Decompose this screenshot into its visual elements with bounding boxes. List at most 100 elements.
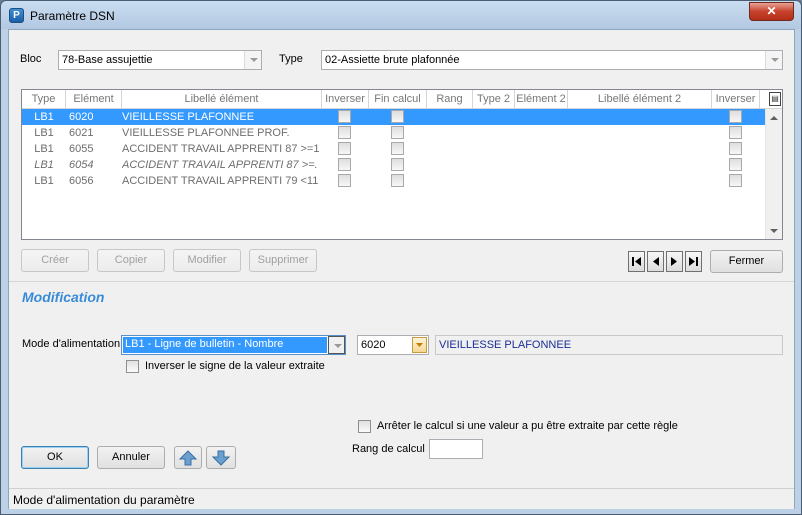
cell-libelle: VIEILLESSE PLAFONNEE PROF. xyxy=(122,127,290,139)
cell-inverser2-checkbox[interactable] xyxy=(729,158,742,171)
arreter-checkbox[interactable] xyxy=(358,420,371,433)
cell-element: 6020 xyxy=(69,111,94,123)
table-row[interactable]: LB1 6054 ACCIDENT TRAVAIL APPRENTI 87 >=. xyxy=(22,157,766,173)
table-row[interactable]: LB1 6055 ACCIDENT TRAVAIL APPRENTI 87 >=1 xyxy=(22,141,766,157)
section-divider xyxy=(9,281,794,282)
status-bar: Mode d'alimentation du paramètre xyxy=(9,488,794,509)
cell-fin-calcul-checkbox[interactable] xyxy=(391,174,404,187)
fermer-button[interactable]: Fermer xyxy=(710,250,783,273)
close-button[interactable]: ✕ xyxy=(749,2,794,21)
table-row[interactable]: LB1 6020 VIEILLESSE PLAFONNEE xyxy=(22,109,766,125)
move-down-button[interactable] xyxy=(206,446,236,469)
title-bar: P Paramètre DSN ✕ xyxy=(1,1,801,29)
client-area: Bloc 78-Base assujettie Type 02-Assiette… xyxy=(8,29,795,509)
next-record-button[interactable] xyxy=(666,251,683,272)
cell-fin-calcul-checkbox[interactable] xyxy=(391,110,404,123)
scroll-down-icon[interactable] xyxy=(770,229,778,233)
prev-record-button[interactable] xyxy=(647,251,664,272)
cell-inverser2-checkbox[interactable] xyxy=(729,174,742,187)
mode-value: LB1 - Ligne de bulletin - Nombre xyxy=(125,338,284,350)
creer-button[interactable]: Créer xyxy=(21,249,89,272)
cell-type: LB1 xyxy=(34,143,54,155)
inverser-label: Inverser le signe de la valeur extraite xyxy=(145,360,325,372)
app-icon: P xyxy=(9,8,24,23)
grid-scrollbar[interactable] xyxy=(765,109,782,239)
table-row[interactable]: LB1 6021 VIEILLESSE PLAFONNEE PROF. xyxy=(22,125,766,141)
cell-inverser-checkbox[interactable] xyxy=(338,142,351,155)
cell-element: 6055 xyxy=(69,143,94,155)
cell-libelle: VIEILLESSE PLAFONNEE xyxy=(122,111,255,123)
cell-inverser-checkbox[interactable] xyxy=(338,174,351,187)
scroll-up-icon[interactable] xyxy=(770,116,778,120)
cell-inverser2-checkbox[interactable] xyxy=(729,110,742,123)
cell-type: LB1 xyxy=(34,127,54,139)
copier-button[interactable]: Copier xyxy=(97,249,165,272)
col-header-fin-calcul[interactable]: Fin calcul xyxy=(369,90,427,109)
dialog-window: P Paramètre DSN ✕ Bloc 78-Base assujetti… xyxy=(0,0,802,515)
inverser-checkbox[interactable] xyxy=(126,360,139,373)
col-header-type[interactable]: Type xyxy=(22,90,66,109)
col-header-inverser[interactable]: Inverser xyxy=(322,90,369,109)
window-title: Paramètre DSN xyxy=(30,9,115,23)
chevron-down-icon[interactable] xyxy=(244,51,261,69)
cell-element: 6056 xyxy=(69,175,94,187)
table-row[interactable]: LB1 6056 ACCIDENT TRAVAIL APPRENTI 79 <11 xyxy=(22,173,766,189)
status-text: Mode d'alimentation du paramètre xyxy=(13,493,195,507)
first-record-button[interactable] xyxy=(628,251,645,272)
bloc-value: 78-Base assujettie xyxy=(62,54,153,66)
first-icon xyxy=(632,257,641,266)
elements-grid[interactable]: Type Elément Libellé élément Inverser Fi… xyxy=(21,89,783,240)
chevron-down-icon[interactable] xyxy=(765,51,782,69)
cell-element: 6021 xyxy=(69,127,94,139)
cell-libelle: ACCIDENT TRAVAIL APPRENTI 87 >=1 xyxy=(122,143,320,155)
type-select[interactable]: 02-Assiette brute plafonnée xyxy=(321,50,783,70)
cell-inverser-checkbox[interactable] xyxy=(338,126,351,139)
chevron-down-icon xyxy=(416,343,423,347)
col-header-options[interactable]: ▤ xyxy=(760,90,782,109)
prev-icon xyxy=(653,257,659,266)
cell-type: LB1 xyxy=(34,175,54,187)
move-up-button[interactable] xyxy=(174,446,202,469)
bloc-label: Bloc xyxy=(20,53,42,65)
col-header-libelle2[interactable]: Libellé élément 2 xyxy=(568,90,712,109)
rang-input[interactable] xyxy=(429,439,483,459)
element-code-input[interactable]: 6020 xyxy=(357,335,429,355)
cell-libelle: ACCIDENT TRAVAIL APPRENTI 87 >=. xyxy=(122,159,318,171)
cell-libelle: ACCIDENT TRAVAIL APPRENTI 79 <11 xyxy=(122,175,319,187)
cell-inverser-checkbox[interactable] xyxy=(338,158,351,171)
mode-select[interactable]: LB1 - Ligne de bulletin - Nombre xyxy=(121,335,346,355)
arreter-label: Arrêter le calcul si une valeur a pu êtr… xyxy=(377,420,678,432)
modifier-button[interactable]: Modifier xyxy=(173,249,241,272)
last-icon xyxy=(689,257,698,266)
type-label: Type xyxy=(279,53,303,65)
supprimer-button[interactable]: Supprimer xyxy=(249,249,317,272)
col-header-element[interactable]: Elément xyxy=(66,90,122,109)
ok-button[interactable]: OK xyxy=(21,446,89,469)
column-chooser-icon[interactable]: ▤ xyxy=(769,92,781,106)
cell-inverser2-checkbox[interactable] xyxy=(729,126,742,139)
lookup-button[interactable] xyxy=(412,337,427,353)
chevron-down-icon[interactable] xyxy=(328,336,345,354)
cell-fin-calcul-checkbox[interactable] xyxy=(391,126,404,139)
col-header-type2[interactable]: Type 2 xyxy=(473,90,515,109)
cell-element: 6054 xyxy=(69,159,94,171)
cell-type: LB1 xyxy=(34,111,54,123)
bloc-select[interactable]: 78-Base assujettie xyxy=(58,50,262,70)
cell-inverser2-checkbox[interactable] xyxy=(729,142,742,155)
cell-fin-calcul-checkbox[interactable] xyxy=(391,142,404,155)
col-header-element2[interactable]: Elément 2 xyxy=(515,90,568,109)
cell-type: LB1 xyxy=(34,159,54,171)
modification-title: Modification xyxy=(22,289,105,305)
col-header-inverser2[interactable]: Inverser xyxy=(712,90,760,109)
col-header-libelle[interactable]: Libellé élément xyxy=(122,90,322,109)
arrow-down-icon xyxy=(211,450,231,466)
col-header-rang[interactable]: Rang xyxy=(427,90,473,109)
mode-label: Mode d'alimentation xyxy=(22,338,121,350)
last-record-button[interactable] xyxy=(685,251,702,272)
type-value: 02-Assiette brute plafonnée xyxy=(325,54,460,66)
cell-inverser-checkbox[interactable] xyxy=(338,110,351,123)
rang-label: Rang de calcul xyxy=(352,443,425,455)
element-label-value: VIEILLESSE PLAFONNEE xyxy=(439,339,572,351)
cell-fin-calcul-checkbox[interactable] xyxy=(391,158,404,171)
annuler-button[interactable]: Annuler xyxy=(97,446,165,469)
